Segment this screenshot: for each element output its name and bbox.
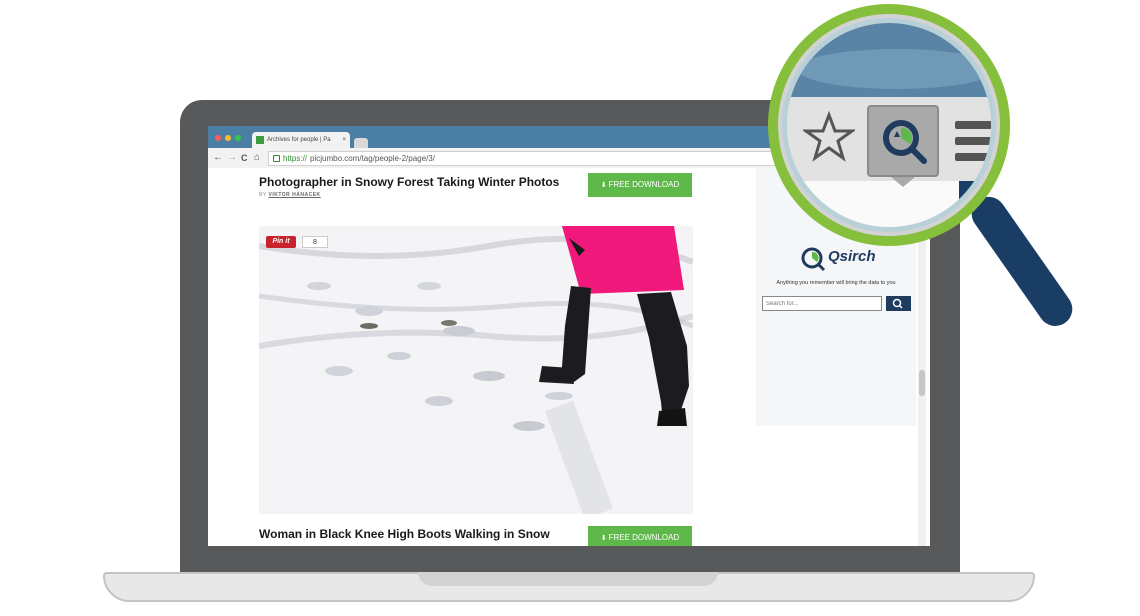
star-icon[interactable] — [803, 111, 855, 163]
close-window-dot[interactable] — [215, 135, 221, 141]
post-byline: BY VIKTOR HANACEK — [259, 192, 321, 198]
forward-icon[interactable]: → — [227, 150, 237, 166]
download-icon: ⬇ — [600, 535, 607, 542]
post-title[interactable]: Woman in Black Knee High Boots Walking i… — [259, 527, 550, 541]
maximize-window-dot[interactable] — [235, 135, 241, 141]
post-title[interactable]: Photographer in Snowy Forest Taking Wint… — [259, 175, 559, 189]
tab-close-icon[interactable]: × — [342, 132, 346, 148]
qsirch-name: Qsirch — [828, 248, 876, 265]
magnified-dark-corner — [959, 181, 991, 227]
qsirch-tagline: Anything you remember will bring the dat… — [776, 280, 896, 286]
laptop-notch — [418, 572, 718, 586]
qsirch-search-input[interactable] — [762, 296, 882, 311]
magnifier-glass — [768, 4, 1010, 246]
scroll-thumb[interactable] — [919, 370, 925, 396]
new-tab-button[interactable] — [354, 138, 368, 148]
back-icon[interactable]: ← — [213, 150, 223, 166]
minimize-window-dot[interactable] — [225, 135, 231, 141]
qsirch-icon — [883, 120, 927, 164]
download-icon: ⬇ — [600, 182, 607, 189]
tab-archives-people[interactable]: Archives for people | Pa × — [252, 132, 350, 148]
post-photo[interactable]: Pin it 8 — [259, 226, 693, 514]
magnifier-lens — [782, 18, 996, 232]
qsirch-icon — [801, 247, 826, 272]
pin-it-button[interactable]: Pin it — [266, 236, 296, 248]
home-icon[interactable]: ⌂ — [254, 150, 260, 166]
qsirch-logo: Qsirch — [800, 246, 876, 274]
free-download-button[interactable]: ⬇ FREE DOWNLOAD — [588, 173, 692, 197]
free-download-button[interactable]: ⬇ FREE DOWNLOAD — [588, 526, 692, 546]
byline-prefix: BY — [259, 192, 267, 198]
author-link[interactable]: VIKTOR HANACEK — [268, 192, 320, 198]
address-bar[interactable]: https:// picjumbo.com/tag/people-2/page/… — [268, 151, 830, 166]
qsirch-search-button[interactable] — [886, 296, 911, 311]
reload-icon[interactable]: C — [241, 150, 248, 166]
tab-title: Archives for people | Pa — [267, 137, 331, 143]
lock-icon — [273, 155, 280, 162]
url-scheme: https:// — [283, 154, 308, 163]
snow-walk-photo — [259, 226, 693, 514]
url-path: picjumbo.com/tag/people-2/page/3/ — [310, 154, 435, 163]
pin-count: 8 — [302, 236, 328, 248]
scrollbar[interactable] — [918, 210, 926, 546]
download-label: FREE DOWNLOAD — [608, 533, 680, 542]
qsirch-extension-button[interactable] — [867, 105, 939, 177]
lens-glare — [797, 49, 991, 89]
hamburger-menu-icon[interactable] — [955, 121, 991, 169]
search-icon — [892, 298, 903, 309]
download-label: FREE DOWNLOAD — [608, 180, 680, 189]
popup-pointer — [891, 177, 915, 187]
favicon-icon — [256, 136, 264, 144]
